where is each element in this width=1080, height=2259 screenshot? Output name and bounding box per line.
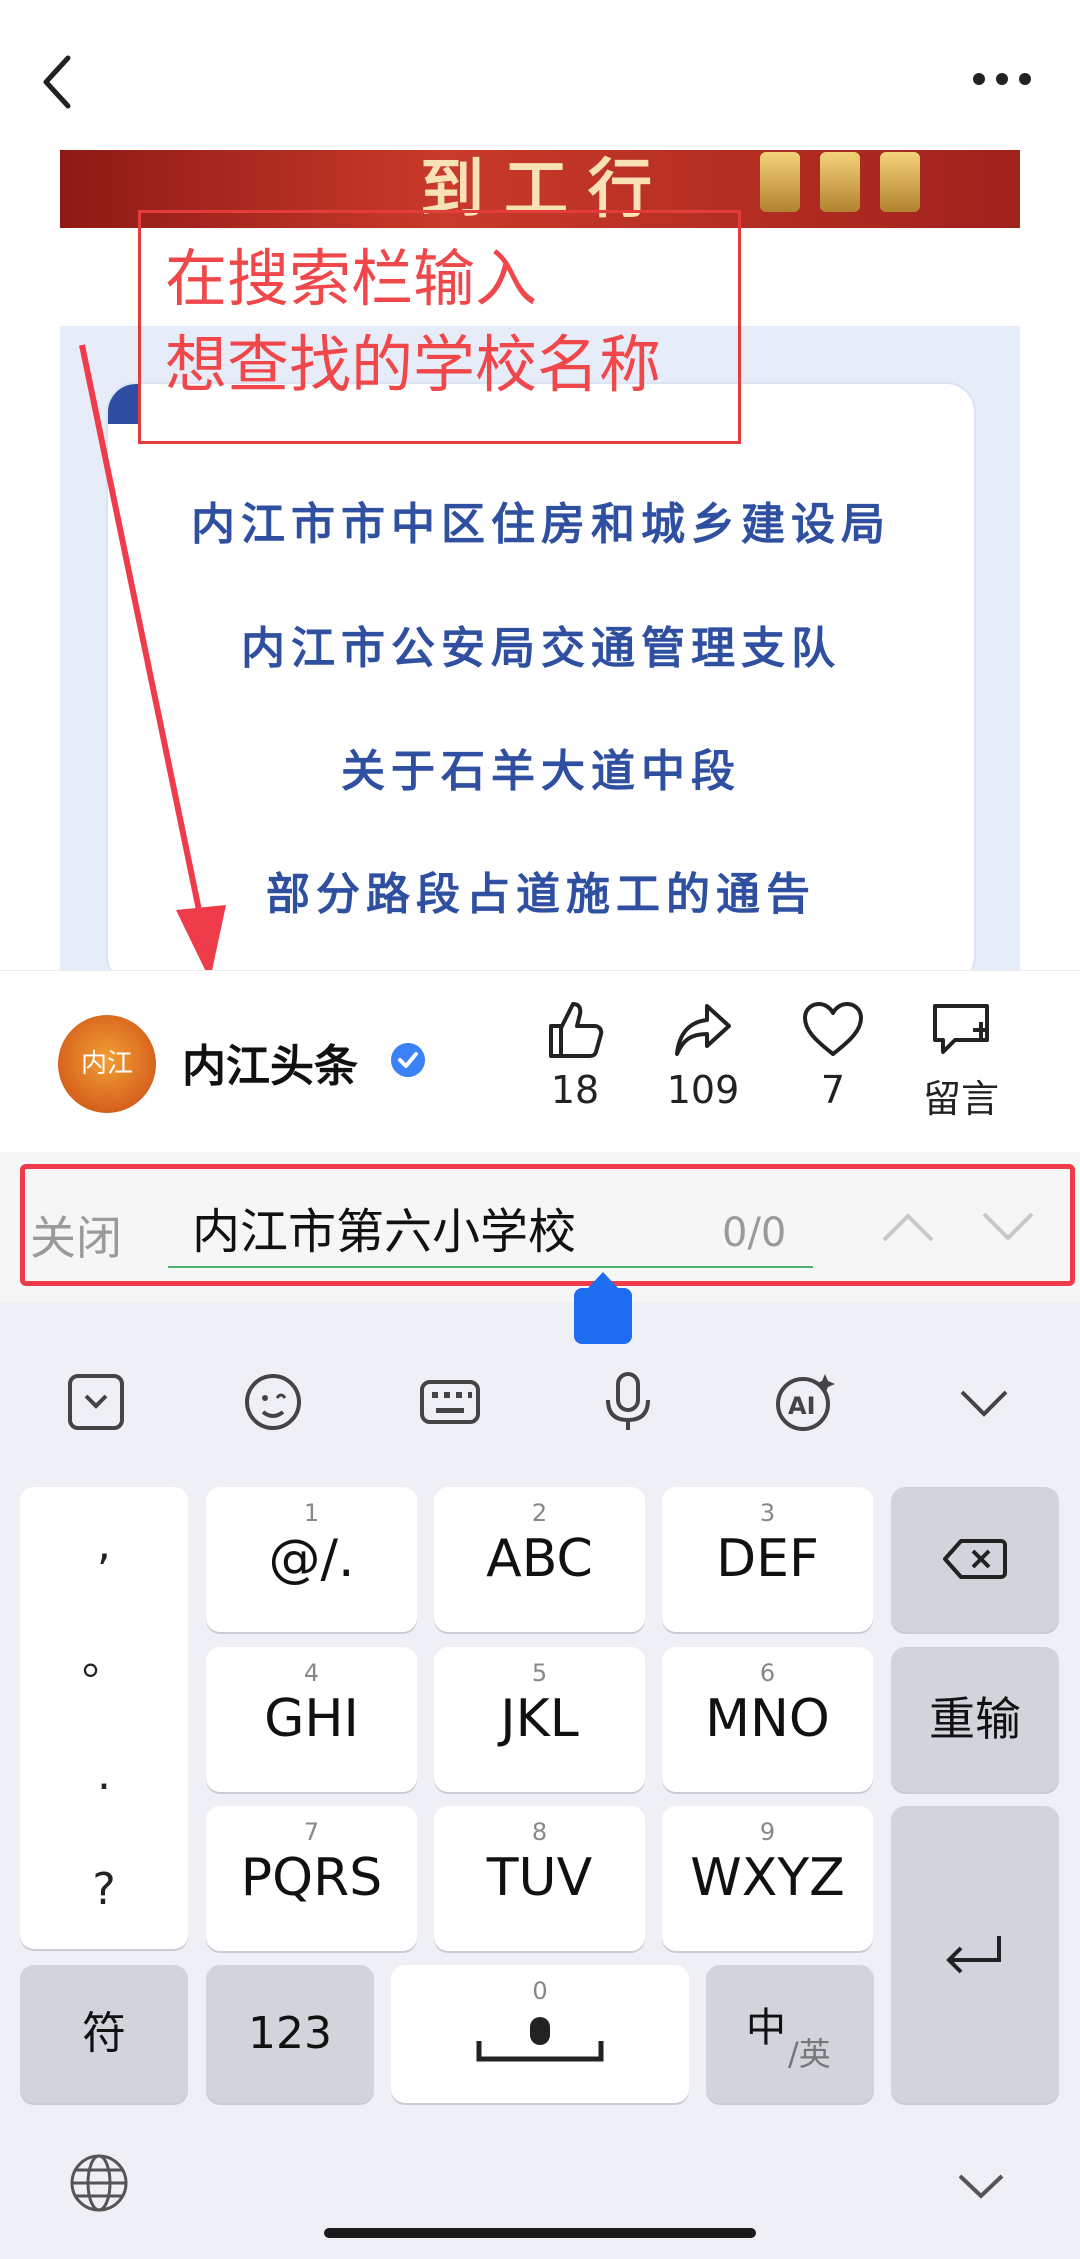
key-label: MNO <box>705 1689 830 1749</box>
key-label: @/. <box>268 1529 355 1589</box>
hide-keyboard-icon[interactable] <box>952 1370 1016 1434</box>
key-5[interactable]: 5 JKL <box>434 1647 645 1792</box>
space-button[interactable]: 0 <box>391 1965 689 2103</box>
backspace-icon <box>943 1539 1007 1579</box>
key-number: 6 <box>759 1659 776 1687</box>
collapse-keyboard-icon[interactable] <box>64 1370 128 1434</box>
notice-line: 关于石羊大道中段 <box>341 746 741 797</box>
close-button[interactable]: 关闭 <box>30 1202 122 1268</box>
like-button[interactable]: 18 <box>520 1000 630 1112</box>
share-button[interactable]: 109 <box>648 1000 758 1112</box>
key-number: 1 <box>303 1499 320 1527</box>
share-count: 109 <box>666 1068 740 1112</box>
key-9[interactable]: 9 WXYZ <box>662 1806 873 1951</box>
key-7[interactable]: 7 PQRS <box>206 1806 417 1951</box>
gold-bar-icon <box>760 152 800 212</box>
favorite-button[interactable]: 7 <box>778 1000 888 1112</box>
numbers-button[interactable]: 123 <box>206 1965 374 2103</box>
symbol-button[interactable]: 符 <box>20 1965 188 2103</box>
key-number: 8 <box>531 1818 548 1846</box>
back-icon[interactable] <box>38 52 78 112</box>
punct-key[interactable]: ? <box>20 1832 188 1947</box>
emoji-icon[interactable] <box>241 1370 305 1434</box>
notice-line: 内江市市中区住房和城乡建设局 <box>191 499 891 550</box>
text-cursor-handle-icon[interactable] <box>574 1272 632 1344</box>
account-avatar[interactable]: 内江 <box>58 1015 156 1113</box>
punct-key[interactable]: 。 <box>20 1602 188 1717</box>
heart-icon <box>803 1002 863 1056</box>
key-4[interactable]: 4 GHI <box>206 1647 417 1792</box>
lang-main: 中 <box>746 2005 786 2051</box>
globe-icon[interactable] <box>68 2152 130 2214</box>
key-label: ABC <box>486 1529 593 1589</box>
chevron-down-icon[interactable] <box>980 1206 1036 1246</box>
favorite-count: 7 <box>820 1068 846 1112</box>
language-switch-button[interactable]: 中 /英 <box>706 1965 874 2103</box>
svg-text:AI: AI <box>788 1392 816 1420</box>
share-icon <box>675 1004 731 1056</box>
key-8[interactable]: 8 TUV <box>434 1806 645 1951</box>
chevron-up-icon[interactable] <box>880 1206 936 1246</box>
key-label: DEF <box>716 1529 819 1589</box>
notice-line: 内江市公安局交通管理支队 <box>241 623 841 674</box>
annotation-line: 想查找的学校名称 <box>165 328 662 401</box>
account-name[interactable]: 内江头条 <box>182 1030 358 1094</box>
key-label: JKL <box>500 1689 579 1749</box>
key-label: WXYZ <box>690 1848 845 1908</box>
enter-icon <box>946 1936 1001 1974</box>
punctuation-column: , 。 . ? <box>20 1487 188 1949</box>
verified-icon <box>391 1043 425 1077</box>
home-indicator[interactable] <box>324 2228 756 2238</box>
comment-add-icon <box>933 1004 989 1054</box>
key-number: 4 <box>303 1659 320 1687</box>
key-number: 3 <box>759 1499 776 1527</box>
more-icon[interactable] <box>972 72 1032 86</box>
backspace-button[interactable] <box>891 1487 1059 1632</box>
key-label: PQRS <box>240 1848 383 1908</box>
avatar-text: 内江 <box>80 1049 133 1079</box>
keyboard-layout-icon[interactable] <box>418 1370 482 1434</box>
key-number: 7 <box>303 1818 320 1846</box>
punct-key[interactable]: , <box>20 1487 188 1602</box>
key-label: TUV <box>486 1848 593 1908</box>
key-number: 9 <box>759 1818 776 1846</box>
gold-bar-icon <box>880 152 920 212</box>
notice-line: 部分路段占道施工的通告 <box>266 869 816 920</box>
key-1[interactable]: 1 @/. <box>206 1487 417 1632</box>
annotation-text: 在搜索栏输入 想查找的学校名称 <box>165 236 661 408</box>
space-number: 0 <box>532 1977 548 2005</box>
punct-key[interactable]: . <box>20 1717 188 1832</box>
like-count: 18 <box>550 1068 600 1112</box>
chevron-down-icon[interactable] <box>956 2168 1006 2202</box>
key-2[interactable]: 2 ABC <box>434 1487 645 1632</box>
key-6[interactable]: 6 MNO <box>662 1647 873 1792</box>
key-3[interactable]: 3 DEF <box>662 1487 873 1632</box>
match-count: 0/0 <box>722 1210 787 1256</box>
comment-button[interactable]: 留言 <box>906 1000 1016 1123</box>
space-mic-icon <box>476 2017 604 2062</box>
comment-label: 留言 <box>922 1077 999 1121</box>
annotation-line: 在搜索栏输入 <box>165 242 538 315</box>
thumbs-up-icon <box>549 1002 604 1058</box>
key-number: 2 <box>531 1499 548 1527</box>
lang-sub: /英 <box>788 2035 831 2073</box>
gold-bar-icon <box>820 152 860 212</box>
microphone-icon[interactable] <box>596 1370 660 1434</box>
key-label: GHI <box>264 1689 359 1749</box>
retype-button[interactable]: 重输 <box>891 1647 1059 1792</box>
enter-button[interactable] <box>891 1806 1059 2103</box>
key-number: 5 <box>531 1659 548 1687</box>
top-bar <box>0 0 1080 151</box>
search-input[interactable] <box>168 1188 813 1268</box>
ai-assistant-icon[interactable]: AI <box>773 1370 837 1434</box>
